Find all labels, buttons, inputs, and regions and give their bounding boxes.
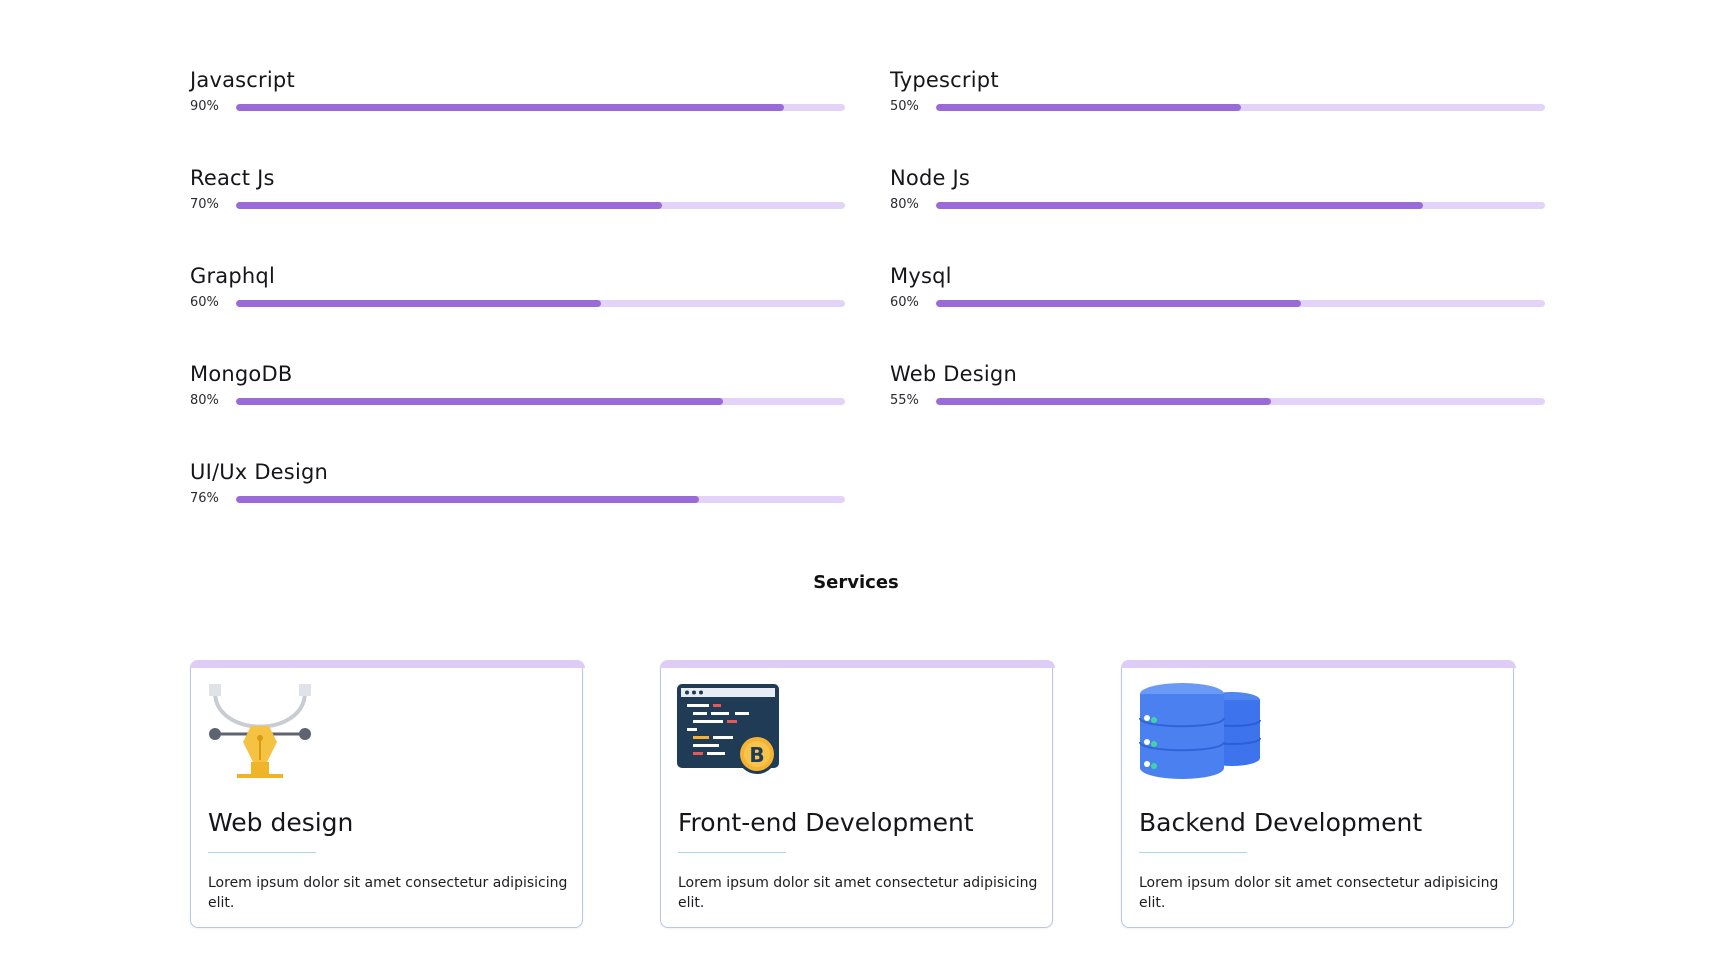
card-accent-bar xyxy=(660,660,1055,668)
skill-percent: 80% xyxy=(190,393,219,408)
skill-name: Javascript xyxy=(190,68,295,92)
card-accent-bar xyxy=(190,660,585,668)
skill-percent: 60% xyxy=(190,295,219,310)
card-accent-bar xyxy=(1121,660,1516,668)
skill-progress-track xyxy=(236,202,845,209)
skill-progress-track xyxy=(236,300,845,307)
skill-item: Javascript 90% xyxy=(190,68,845,128)
skill-item: Node Js 80% xyxy=(890,166,1545,226)
skill-progress-fill xyxy=(236,398,724,405)
skill-progress-fill xyxy=(936,300,1302,307)
card-title: Front-end Development xyxy=(678,808,974,837)
skill-name: Graphql xyxy=(190,264,275,288)
skill-progress-fill xyxy=(236,202,663,209)
card-description: Lorem ipsum dolor sit amet consectetur a… xyxy=(678,875,1038,911)
svg-text:B: B xyxy=(749,743,764,767)
skill-percent: 80% xyxy=(890,197,919,212)
card-description: Lorem ipsum dolor sit amet consectetur a… xyxy=(208,875,568,911)
skill-name: UI/Ux Design xyxy=(190,460,329,484)
skill-progress-fill xyxy=(936,104,1241,111)
skill-item: Graphql 60% xyxy=(190,264,845,324)
skill-name: MongoDB xyxy=(190,362,293,386)
pen-tool-icon xyxy=(207,682,313,782)
code-window-bitcoin-icon: B xyxy=(677,682,783,782)
skill-progress-track xyxy=(236,496,845,503)
service-card-web-design[interactable]: Web design Lorem ipsum dolor sit amet co… xyxy=(190,660,585,928)
skill-progress-fill xyxy=(936,398,1271,405)
card-title: Backend Development xyxy=(1139,808,1423,837)
services-heading: Services xyxy=(813,572,899,593)
card-title: Web design xyxy=(208,808,354,837)
skill-progress-fill xyxy=(236,496,699,503)
skill-name: Mysql xyxy=(890,264,952,288)
skill-progress-track xyxy=(236,398,845,405)
skill-percent: 50% xyxy=(890,99,919,114)
skill-percent: 90% xyxy=(190,99,219,114)
skill-percent: 70% xyxy=(190,197,219,212)
skill-name: Node Js xyxy=(890,166,971,190)
skill-progress-fill xyxy=(236,300,602,307)
skill-name: React Js xyxy=(190,166,275,190)
skill-name: Typescript xyxy=(890,68,999,92)
skill-item: Mysql 60% xyxy=(890,264,1545,324)
skill-percent: 60% xyxy=(890,295,919,310)
service-card-backend-development[interactable]: Backend Development Lorem ipsum dolor si… xyxy=(1121,660,1516,928)
skill-progress-track xyxy=(936,202,1545,209)
card-divider xyxy=(678,852,786,853)
skill-percent: 55% xyxy=(890,393,919,408)
skill-percent: 76% xyxy=(190,491,219,506)
skill-progress-track xyxy=(236,104,845,111)
skill-progress-track xyxy=(936,300,1545,307)
card-description: Lorem ipsum dolor sit amet consectetur a… xyxy=(1139,875,1499,911)
service-card-frontend-development[interactable]: B Front-end Development Lorem ipsum dolo… xyxy=(660,660,1055,928)
skill-progress-fill xyxy=(236,104,785,111)
skill-progress-track xyxy=(936,104,1545,111)
card-divider xyxy=(1139,852,1247,853)
skill-item: React Js 70% xyxy=(190,166,845,226)
skill-item: UI/Ux Design 76% xyxy=(190,460,845,520)
skill-progress-fill xyxy=(936,202,1424,209)
card-divider xyxy=(208,852,316,853)
skill-item: Web Design 55% xyxy=(890,362,1545,422)
skill-item: MongoDB 80% xyxy=(190,362,845,422)
skill-progress-track xyxy=(936,398,1545,405)
skill-item: Typescript 50% xyxy=(890,68,1545,128)
database-icon xyxy=(1138,682,1261,782)
skill-name: Web Design xyxy=(890,362,1017,386)
